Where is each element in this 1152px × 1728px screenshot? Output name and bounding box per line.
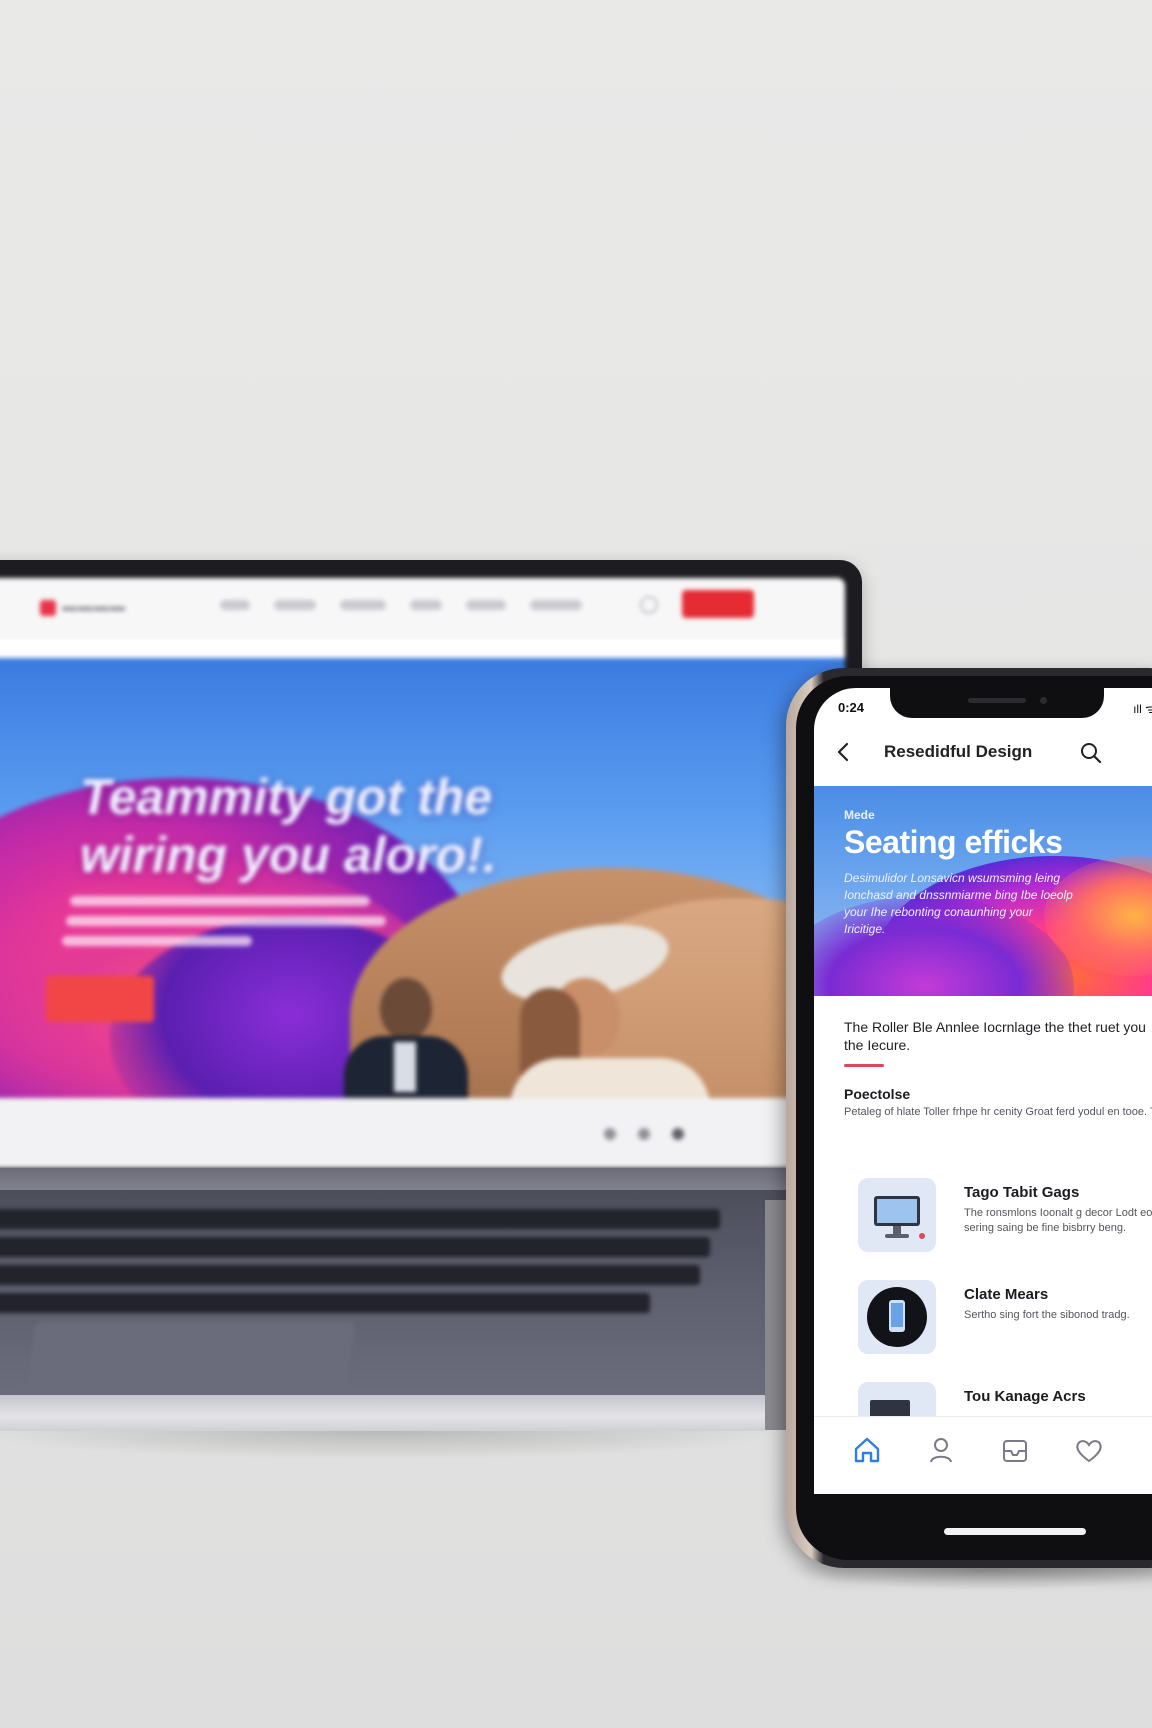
intro-accent-line — [844, 1064, 884, 1067]
notch-camera — [1040, 697, 1047, 704]
status-signal-icons: ıll ᯤ ▮ — [1133, 702, 1152, 716]
banner-tag: Mede — [844, 808, 875, 822]
list-item-title: Clate Mears — [964, 1286, 1049, 1303]
laptop-screen: ▬▬▬▬ Teammity got the wiring you aloro!. — [0, 578, 845, 1168]
laptop-keyboard — [0, 1205, 750, 1315]
notch-speaker — [968, 698, 1026, 703]
banner-title: Seating efficks — [844, 824, 1063, 860]
list-item[interactable]: Clate Mears Sertho sing fort the sibonod… — [844, 1280, 1152, 1370]
status-time: 0:24 — [838, 700, 865, 715]
hero-cta-button[interactable] — [46, 976, 154, 1022]
list-item-title: Tou Kanage Acrs — [964, 1388, 1086, 1405]
nav-link-4[interactable] — [410, 600, 442, 610]
nav-link-6[interactable] — [530, 600, 582, 610]
list-item-title: Tago Tabit Gags — [964, 1184, 1080, 1201]
section-title: Poectolse — [844, 1086, 911, 1102]
keyboard-row — [0, 1209, 720, 1229]
site-logo-icon[interactable] — [40, 600, 56, 616]
app-banner: Mede Seating efficks Desimulidor Lonsavi… — [814, 786, 1152, 996]
keyboard-row — [0, 1237, 710, 1257]
hero-banner: Teammity got the wiring you aloro!. — [0, 658, 845, 1098]
tab-bar — [814, 1416, 1152, 1494]
intro-text: The Roller Ble Annlee Iocrnlage the thet… — [844, 1019, 1146, 1053]
laptop-trackpad — [24, 1322, 356, 1400]
hero-text-line — [66, 916, 386, 926]
scene: ▬▬▬▬ Teammity got the wiring you aloro!.… — [0, 0, 1152, 1728]
keyboard-row — [0, 1293, 650, 1313]
carousel-dot[interactable] — [672, 1128, 684, 1140]
app-title: Resedidful Design — [884, 742, 1033, 761]
hero-text-line — [62, 936, 252, 946]
keyboard-row — [0, 1265, 700, 1285]
site-footer-strip — [0, 1098, 845, 1168]
hero-person-woman — [490, 911, 710, 1098]
hero-title: Teammity got the wiring you aloro!. — [80, 769, 497, 883]
carousel-dot[interactable] — [638, 1128, 650, 1140]
section-text: Petaleg of hlate Toller frhpe hr cenity … — [844, 1106, 1152, 1118]
laptop-front-edge — [0, 1395, 780, 1431]
hero-text-line — [70, 896, 370, 906]
nav-link-3[interactable] — [340, 600, 386, 610]
home-icon[interactable] — [850, 1433, 884, 1467]
nav-search-icon[interactable] — [640, 596, 658, 614]
nav-link-1[interactable] — [220, 600, 250, 610]
nav-cta-button[interactable] — [682, 590, 754, 618]
search-icon[interactable] — [1078, 740, 1104, 766]
site-nav: ▬▬▬▬ — [0, 578, 845, 637]
list-item-description: The ronsmlons Ioonalt g decor Lodt eorit… — [964, 1207, 1152, 1234]
chevron-left-icon[interactable] — [832, 740, 856, 764]
app-header: Resedidful Design — [814, 728, 1152, 778]
list-item[interactable]: Tago Tabit Gags The ronsmlons Ioonalt g … — [844, 1178, 1152, 1268]
monitor-icon — [858, 1178, 936, 1252]
nav-link-5[interactable] — [466, 600, 506, 610]
heart-icon[interactable] — [1072, 1433, 1106, 1467]
hero-person-man — [340, 978, 470, 1098]
phone-screen: 0:24 ıll ᯤ ▮ Resedidful Design Mede Seat… — [814, 688, 1152, 1494]
user-icon[interactable] — [924, 1433, 958, 1467]
nav-link-2[interactable] — [274, 600, 316, 610]
banner-description: Desimulidor Lonsavicn wsumsming leing Io… — [844, 871, 1073, 936]
site-logo-text: ▬▬▬▬ — [62, 598, 126, 615]
list-item-description: Sertho sing fort the sibonod tradg. — [964, 1309, 1130, 1321]
home-indicator[interactable] — [944, 1528, 1086, 1535]
inbox-icon[interactable] — [998, 1433, 1032, 1467]
phone-icon — [858, 1280, 936, 1354]
carousel-dot[interactable] — [604, 1128, 616, 1140]
phone-notch — [890, 688, 1104, 718]
